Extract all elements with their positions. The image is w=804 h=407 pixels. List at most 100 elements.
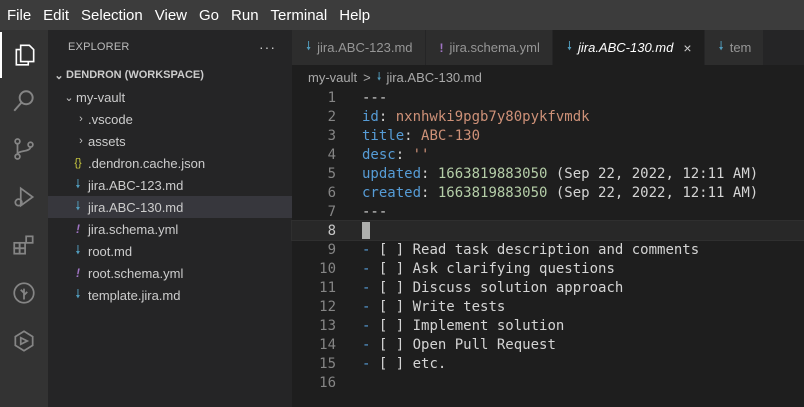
markdown-file-icon: 🠗 xyxy=(376,70,382,83)
line-number: 3 xyxy=(327,127,336,144)
tree-item-root-md[interactable]: 🠗 root.md xyxy=(48,240,292,262)
code-line[interactable]: 11 - [ ] Discuss solution approach xyxy=(292,278,804,297)
code-line[interactable]: 14 - [ ] Open Pull Request xyxy=(292,335,804,354)
workspace-label: DENDRON (WORKSPACE) xyxy=(66,69,204,81)
tree-item-label: root.md xyxy=(88,243,133,259)
code-text xyxy=(362,222,370,239)
code-editor[interactable]: 1 --- 2 id: nxnhwki9pgb7y80pykfvmdk 3 title: … xyxy=(291,88,804,407)
graph-icon[interactable] xyxy=(0,318,48,364)
line-number: 15 xyxy=(319,355,336,372)
menu-selection[interactable]: Selection xyxy=(75,7,149,24)
extensions-icon[interactable] xyxy=(0,222,48,268)
text-cursor xyxy=(362,222,370,239)
tree-item-jira-schema[interactable]: ! jira.schema.yml xyxy=(48,218,292,240)
code-token: title xyxy=(362,127,405,144)
code-token: 1663819883050 xyxy=(437,165,548,182)
tree-item-assets[interactable]: › assets xyxy=(48,130,292,152)
tree-item-root-schema[interactable]: ! root.schema.yml xyxy=(48,262,292,284)
code-token: updated xyxy=(362,165,422,182)
tree-item-jira-abc-123[interactable]: 🠗 jira.ABC-123.md xyxy=(48,174,292,196)
breadcrumb-separator: > xyxy=(363,69,371,85)
code-token: : xyxy=(395,146,413,163)
markdown-file-icon: 🠗 xyxy=(75,286,81,301)
tree-item-label: .vscode xyxy=(88,111,133,127)
code-text: desc: '' xyxy=(362,147,429,163)
menu-edit[interactable]: Edit xyxy=(37,7,75,24)
workspace-root[interactable]: ⌄ DENDRON (WORKSPACE) xyxy=(48,64,292,86)
explorer-title: EXPLORER xyxy=(68,41,130,53)
breadcrumb: my-vault > 🠗 jira.ABC-130.md xyxy=(292,65,804,89)
chevron-right-icon: › xyxy=(79,113,83,125)
code-line[interactable]: 7 --- xyxy=(292,202,804,221)
line-number: 5 xyxy=(327,165,336,182)
code-text: - [ ] Write tests xyxy=(362,299,505,315)
code-text: - [ ] Implement solution xyxy=(362,318,564,334)
code-line[interactable]: 10 - [ ] Ask clarifying questions xyxy=(292,259,804,278)
tab-label: jira.ABC-130.md xyxy=(577,40,674,55)
code-token: (Sep 22, 2022, 12:11 AM) xyxy=(547,184,759,201)
tree-item-template-jira[interactable]: 🠗 template.jira.md xyxy=(48,284,292,306)
explorer-icon[interactable] xyxy=(0,32,48,78)
code-line[interactable]: 4 desc: '' xyxy=(292,145,804,164)
source-control-icon[interactable] xyxy=(0,126,48,172)
dendron-icon[interactable] xyxy=(0,270,48,316)
code-text: --- xyxy=(362,90,387,106)
code-token: 1663819883050 xyxy=(437,184,548,201)
code-line[interactable]: 2 id: nxnhwki9pgb7y80pykfvmdk xyxy=(292,107,804,126)
code-line[interactable]: 5 updated: 1663819883050 (Sep 22, 2022, 1… xyxy=(292,164,804,183)
code-token: [ ] Ask clarifying questions xyxy=(370,260,615,277)
more-actions-icon[interactable]: ··· xyxy=(259,39,276,55)
code-line[interactable]: 16 xyxy=(292,373,804,392)
search-icon[interactable] xyxy=(0,78,48,124)
run-debug-icon[interactable] xyxy=(0,174,48,220)
code-line[interactable]: 15 - [ ] etc. xyxy=(292,354,804,373)
tab-jira-abc-123[interactable]: 🠗 jira.ABC-123.md xyxy=(292,30,426,65)
code-line[interactable]: 13 - [ ] Implement solution xyxy=(292,316,804,335)
tree-item-dendron-cache[interactable]: {} .dendron.cache.json xyxy=(48,152,292,174)
tab-jira-schema[interactable]: ! jira.schema.yml xyxy=(425,30,553,65)
close-icon[interactable]: × xyxy=(683,40,691,56)
tree-item-label: template.jira.md xyxy=(88,287,181,303)
breadcrumb-folder[interactable]: my-vault xyxy=(308,70,357,85)
code-line[interactable]: 3 title: ABC-130 xyxy=(292,126,804,145)
editor-tabs: 🠗 jira.ABC-123.md ! jira.schema.yml 🠗 ji… xyxy=(292,30,804,65)
tab-template[interactable]: 🠗 tem xyxy=(704,30,765,65)
line-number: 10 xyxy=(319,260,336,277)
code-text: - [ ] Ask clarifying questions xyxy=(362,261,615,277)
explorer-panel: EXPLORER ··· ⌄ DENDRON (WORKSPACE) ⌄ my-… xyxy=(48,30,292,407)
code-text: - [ ] Read task description and comments xyxy=(362,242,699,258)
menu-run[interactable]: Run xyxy=(225,7,265,24)
code-line[interactable]: 1 --- xyxy=(292,88,804,107)
tab-jira-abc-130[interactable]: 🠗 jira.ABC-130.md × xyxy=(552,30,705,65)
code-token: nxnhwki9pgb7y80pykfvmdk xyxy=(395,108,590,125)
tree-item-jira-abc-130[interactable]: 🠗 jira.ABC-130.md xyxy=(48,196,292,218)
code-token: : xyxy=(378,108,396,125)
code-text: - [ ] Discuss solution approach xyxy=(362,280,623,296)
code-line[interactable]: 12 - [ ] Write tests xyxy=(292,297,804,316)
menu-go[interactable]: Go xyxy=(193,7,225,24)
code-text: id: nxnhwki9pgb7y80pykfvmdk xyxy=(362,109,590,125)
code-line[interactable]: 6 created: 1663819883050 (Sep 22, 2022, 1… xyxy=(292,183,804,202)
folder-my-vault[interactable]: ⌄ my-vault xyxy=(48,86,292,108)
tree-item-label: assets xyxy=(88,133,126,149)
code-token: desc xyxy=(362,146,396,163)
markdown-file-icon: 🠗 xyxy=(75,198,81,213)
tree-item-vscode[interactable]: › .vscode xyxy=(48,108,292,130)
code-line[interactable]: 8 xyxy=(291,220,804,241)
markdown-file-icon: 🠗 xyxy=(306,39,312,53)
breadcrumb-file[interactable]: jira.ABC-130.md xyxy=(386,70,481,85)
menu-view[interactable]: View xyxy=(149,7,193,24)
markdown-file-icon: 🠗 xyxy=(718,39,724,53)
line-number: 1 xyxy=(327,89,336,106)
line-number: 16 xyxy=(319,374,336,391)
code-token: [ ] etc. xyxy=(370,355,447,372)
code-line[interactable]: 9 - [ ] Read task description and comment… xyxy=(292,240,804,259)
menu-help[interactable]: Help xyxy=(333,7,376,24)
code-token: [ ] Read task description and comments xyxy=(370,241,700,258)
yaml-file-icon: ! xyxy=(439,40,444,55)
code-token: [ ] Implement solution xyxy=(370,317,565,334)
menu-terminal[interactable]: Terminal xyxy=(265,7,334,24)
line-number: 4 xyxy=(327,146,336,163)
tab-label: tem xyxy=(729,40,752,55)
menu-file[interactable]: File xyxy=(0,7,37,24)
